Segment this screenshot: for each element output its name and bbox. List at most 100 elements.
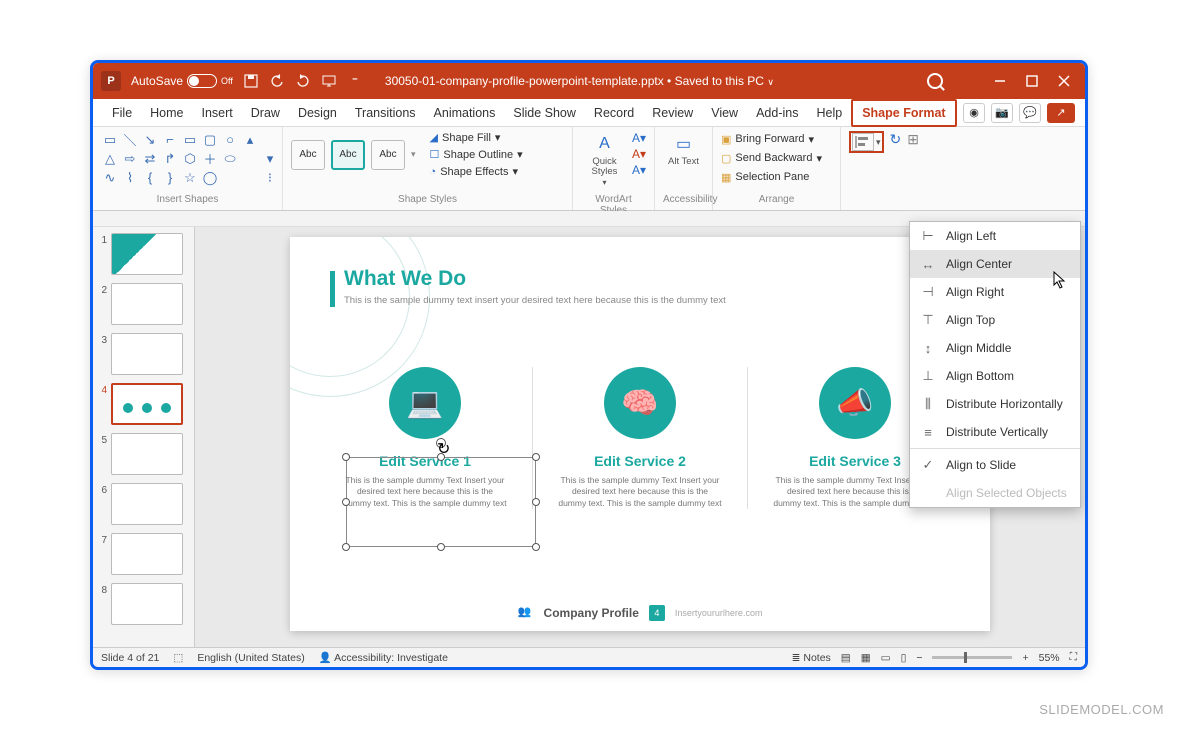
resize-handle[interactable] (342, 453, 350, 461)
resize-handle[interactable] (532, 498, 540, 506)
align-to-slide-item[interactable]: Align to Slide (910, 451, 1080, 479)
shape-elbow-icon[interactable]: ↱ (161, 150, 179, 167)
selection-box[interactable]: ↻ (346, 457, 536, 547)
align-left-item[interactable]: ⊢Align Left (910, 222, 1080, 250)
tab-view[interactable]: View (702, 99, 747, 127)
tab-review[interactable]: Review (643, 99, 702, 127)
resize-handle[interactable] (437, 453, 445, 461)
save-icon[interactable] (243, 73, 259, 89)
tab-transitions[interactable]: Transitions (346, 99, 425, 127)
tab-addins[interactable]: Add-ins (747, 99, 807, 127)
text-effects-icon[interactable]: A▾ (632, 163, 646, 177)
camera-button[interactable]: 📷 (991, 103, 1013, 123)
thumbnail-5[interactable] (111, 433, 183, 475)
comments-button[interactable]: 💬 (1019, 103, 1041, 123)
tab-home[interactable]: Home (141, 99, 192, 127)
reading-view-icon[interactable]: ▭ (881, 652, 891, 664)
redo-icon[interactable] (295, 73, 311, 89)
align-dropdown[interactable]: ⊢Align Left ↔Align Center ⊣Align Right ⊤… (909, 221, 1081, 508)
thumbnail-4[interactable] (111, 383, 183, 425)
shape-expand2-icon[interactable]: ▾ (261, 150, 279, 167)
distribute-horizontal-item[interactable]: ⫼Distribute Horizontally (910, 390, 1080, 418)
resize-handle[interactable] (342, 543, 350, 551)
search-icon[interactable] (927, 73, 943, 89)
resize-handle[interactable] (532, 543, 540, 551)
maximize-button[interactable] (1025, 74, 1039, 88)
text-fill-icon[interactable]: A▾ (632, 131, 646, 145)
thumbnail-2[interactable] (111, 283, 183, 325)
shape-outline-button[interactable]: ☐Shape Outline ▾ (430, 148, 523, 161)
notes-button[interactable]: ≣ Notes (792, 652, 831, 664)
shapes-gallery[interactable]: ▭ ＼ ↘ ⌐ ▭ ▢ ○ ▴ △ ⇨ ⇄ ↱ ⬡ ＋ ⬭ ▾ ∿ ⌇ { (101, 131, 274, 186)
thumbnail-8[interactable] (111, 583, 183, 625)
shape-curve-icon[interactable]: ∿ (101, 169, 119, 186)
tab-animations[interactable]: Animations (425, 99, 505, 127)
distribute-vertical-item[interactable]: ≡Distribute Vertically (910, 418, 1080, 446)
slide-title[interactable]: What We Do (344, 267, 466, 291)
zoom-out-button[interactable]: − (916, 652, 922, 664)
qat-overflow-icon[interactable]: ⁼ (347, 73, 363, 89)
quick-styles-button[interactable]: A Quick Styles ▾ (581, 131, 628, 187)
shape-brace-left-icon[interactable]: { (141, 169, 159, 186)
resize-handle[interactable] (342, 498, 350, 506)
language-status[interactable]: English (United States) (197, 652, 304, 664)
record-button[interactable]: ◉ (963, 103, 985, 123)
align-button[interactable] (852, 133, 874, 151)
align-top-item[interactable]: ⊤Align Top (910, 306, 1080, 334)
thumbnail-7[interactable] (111, 533, 183, 575)
group-icon[interactable]: ⊞ (907, 131, 919, 148)
close-button[interactable] (1057, 74, 1071, 88)
minimize-button[interactable] (993, 74, 1007, 88)
bring-forward-button[interactable]: ▣Bring Forward ▾ (721, 131, 832, 147)
sorter-view-icon[interactable]: ▦ (861, 652, 871, 664)
shape-callout-icon[interactable]: ⬭ (221, 150, 239, 167)
shape-expand-icon[interactable]: ▴ (241, 131, 259, 148)
shape-rectangle-icon[interactable]: ▭ (181, 131, 199, 148)
thumbnail-6[interactable] (111, 483, 183, 525)
shape-freeform-icon[interactable]: ⌇ (121, 169, 139, 186)
undo-icon[interactable] (269, 73, 285, 89)
shape-doublearrow-icon[interactable]: ⇄ (141, 150, 159, 167)
shape-line-icon[interactable]: ＼ (121, 131, 139, 148)
service-2[interactable]: 🧠 Edit Service 2 This is the sample dumm… (545, 367, 735, 509)
shape-more-icon[interactable]: ⁝ (261, 169, 279, 186)
shape-star-icon[interactable]: ☆ (181, 169, 199, 186)
zoom-level[interactable]: 55% (1039, 652, 1060, 664)
tab-insert[interactable]: Insert (193, 99, 242, 127)
style-preset-3[interactable]: Abc (371, 140, 405, 170)
tab-design[interactable]: Design (289, 99, 346, 127)
slide-counter[interactable]: Slide 4 of 21 (101, 652, 159, 664)
shape-fill-button[interactable]: ◢Shape Fill ▾ (430, 131, 523, 144)
zoom-slider[interactable] (932, 656, 1012, 659)
shape-textbox-icon[interactable]: ▭ (101, 131, 119, 148)
slideshow-view-icon[interactable]: ▯ (901, 652, 907, 664)
share-button[interactable]: ↗ (1047, 103, 1075, 123)
align-middle-item[interactable]: ↕Align Middle (910, 334, 1080, 362)
slide-subtitle[interactable]: This is the sample dummy text insert you… (344, 295, 726, 306)
thumbnail-1[interactable] (111, 233, 183, 275)
rotate-icon[interactable]: ↻ (890, 131, 902, 148)
shape-line-arrow-icon[interactable]: ↘ (141, 131, 159, 148)
tab-record[interactable]: Record (585, 99, 643, 127)
resize-handle[interactable] (532, 453, 540, 461)
autosave-toggle[interactable]: AutoSave Off (131, 74, 233, 88)
tab-file[interactable]: File (103, 99, 141, 127)
style-preset-1[interactable]: Abc (291, 140, 325, 170)
shape-rounded-rect-icon[interactable]: ▢ (201, 131, 219, 148)
shape-brace-right-icon[interactable]: } (161, 169, 179, 186)
shape-oval-icon[interactable]: ○ (221, 131, 239, 148)
shape-connector-icon[interactable]: ⌐ (161, 131, 179, 148)
shape-plus-icon[interactable]: ＋ (201, 150, 219, 167)
alt-text-button[interactable]: ▭ Alt Text (663, 131, 704, 167)
thumbnail-panel[interactable]: 1 2 3 4 5 6 7 8 (93, 227, 195, 647)
rotate-handle[interactable]: ↻ (436, 438, 446, 448)
thumbnail-3[interactable] (111, 333, 183, 375)
toggle-icon[interactable] (187, 74, 217, 88)
tab-help[interactable]: Help (807, 99, 851, 127)
fit-button[interactable]: ⛶ (1070, 651, 1077, 664)
send-backward-button[interactable]: ▢Send Backward ▾ (721, 150, 832, 166)
style-preset-2[interactable]: Abc (331, 140, 365, 170)
shape-circle-icon[interactable]: ◯ (201, 169, 219, 186)
selection-pane-button[interactable]: ▦Selection Pane (721, 169, 832, 185)
text-outline-icon[interactable]: A▾ (632, 147, 646, 161)
